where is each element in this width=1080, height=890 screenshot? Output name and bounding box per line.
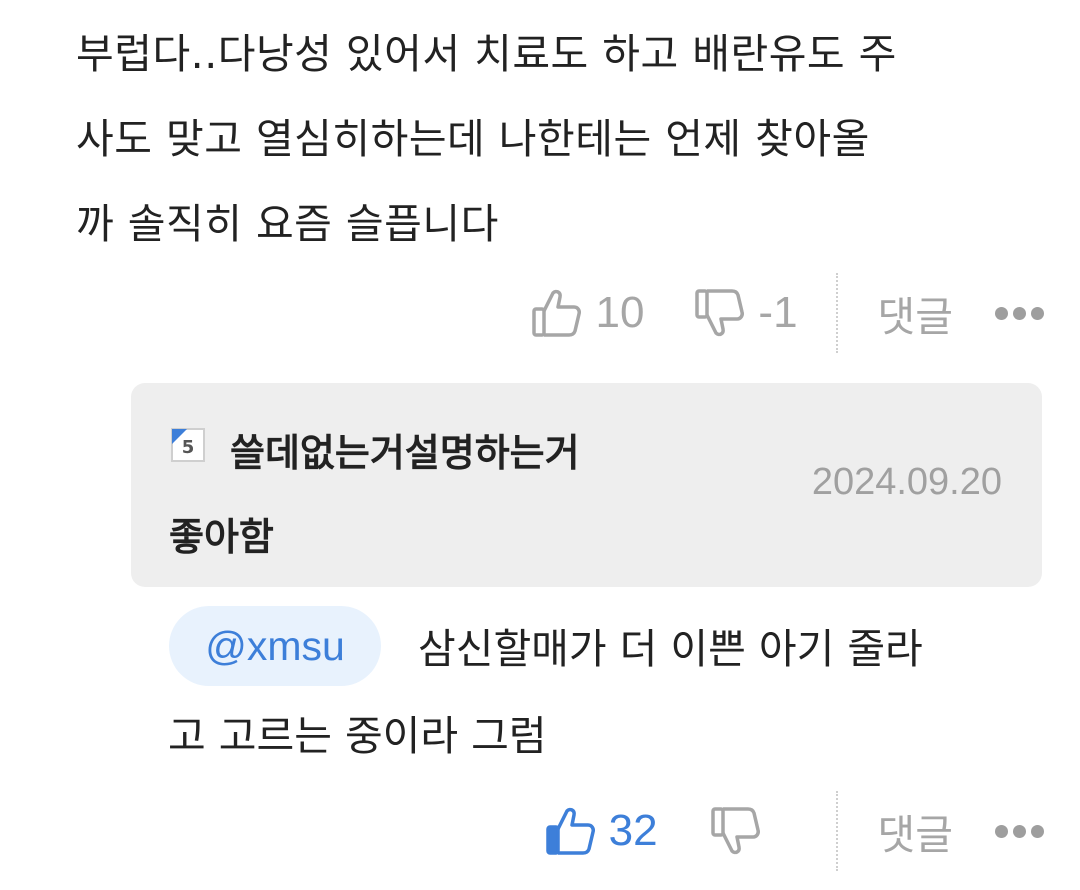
like-count: 32 (608, 806, 658, 855)
comment-line-2: 사도 맞고 열심히하는데 나한테는 언제 찾아올 (76, 115, 870, 163)
action-divider (835, 791, 838, 871)
dislike-count: -1 (758, 288, 798, 337)
comment-actions: 10 -1 댓글 (531, 273, 1044, 353)
comment-line-3: 까 솔직히 요즘 슬픕니다 (76, 200, 499, 248)
thumbs-down-icon (694, 287, 746, 339)
reply-line-1: 삼신할매가 더 이쁜 아기 줄라 (418, 625, 923, 673)
reply-line-2: 고 고르는 중이라 그럼 (168, 712, 547, 760)
reply-button[interactable]: 댓글 (878, 801, 953, 861)
quoted-parent-comment: 5 쓸데없는거설명하는거 좋아함 2024.09.20 (131, 383, 1042, 587)
like-button[interactable]: 10 (531, 287, 644, 339)
level-badge-icon: 5 (171, 428, 205, 462)
thumbs-up-icon (545, 805, 597, 857)
dislike-button[interactable]: -1 (694, 287, 798, 339)
thumbs-down-icon (710, 805, 762, 857)
quoted-date: 2024.09.20 (811, 461, 1002, 503)
more-dots-icon[interactable] (995, 824, 1044, 838)
reply-actions: 32 댓글 (545, 791, 1044, 871)
dislike-button[interactable] (710, 805, 762, 857)
quoted-text: 쓸데없는거설명하는거 좋아함 (169, 411, 750, 559)
quoted-line-2: 좋아함 (169, 515, 274, 559)
quoted-line-1: 쓸데없는거설명하는거 (230, 431, 580, 475)
like-count: 10 (595, 288, 645, 337)
comment-line-1: 부럽다..다낭성 있어서 치료도 하고 배란유도 주 (76, 30, 897, 78)
reply-button[interactable]: 댓글 (878, 283, 953, 343)
thumbs-up-icon (531, 287, 583, 339)
more-dots-icon[interactable] (995, 306, 1044, 320)
like-button[interactable]: 32 (545, 805, 658, 857)
action-divider (835, 273, 838, 353)
mention-chip[interactable]: @xmsu (169, 606, 381, 686)
comment-body: 부럽다..다낭성 있어서 치료도 하고 배란유도 주 사도 맞고 열심히하는데 … (76, 12, 1046, 267)
svg-text:5: 5 (182, 437, 195, 458)
